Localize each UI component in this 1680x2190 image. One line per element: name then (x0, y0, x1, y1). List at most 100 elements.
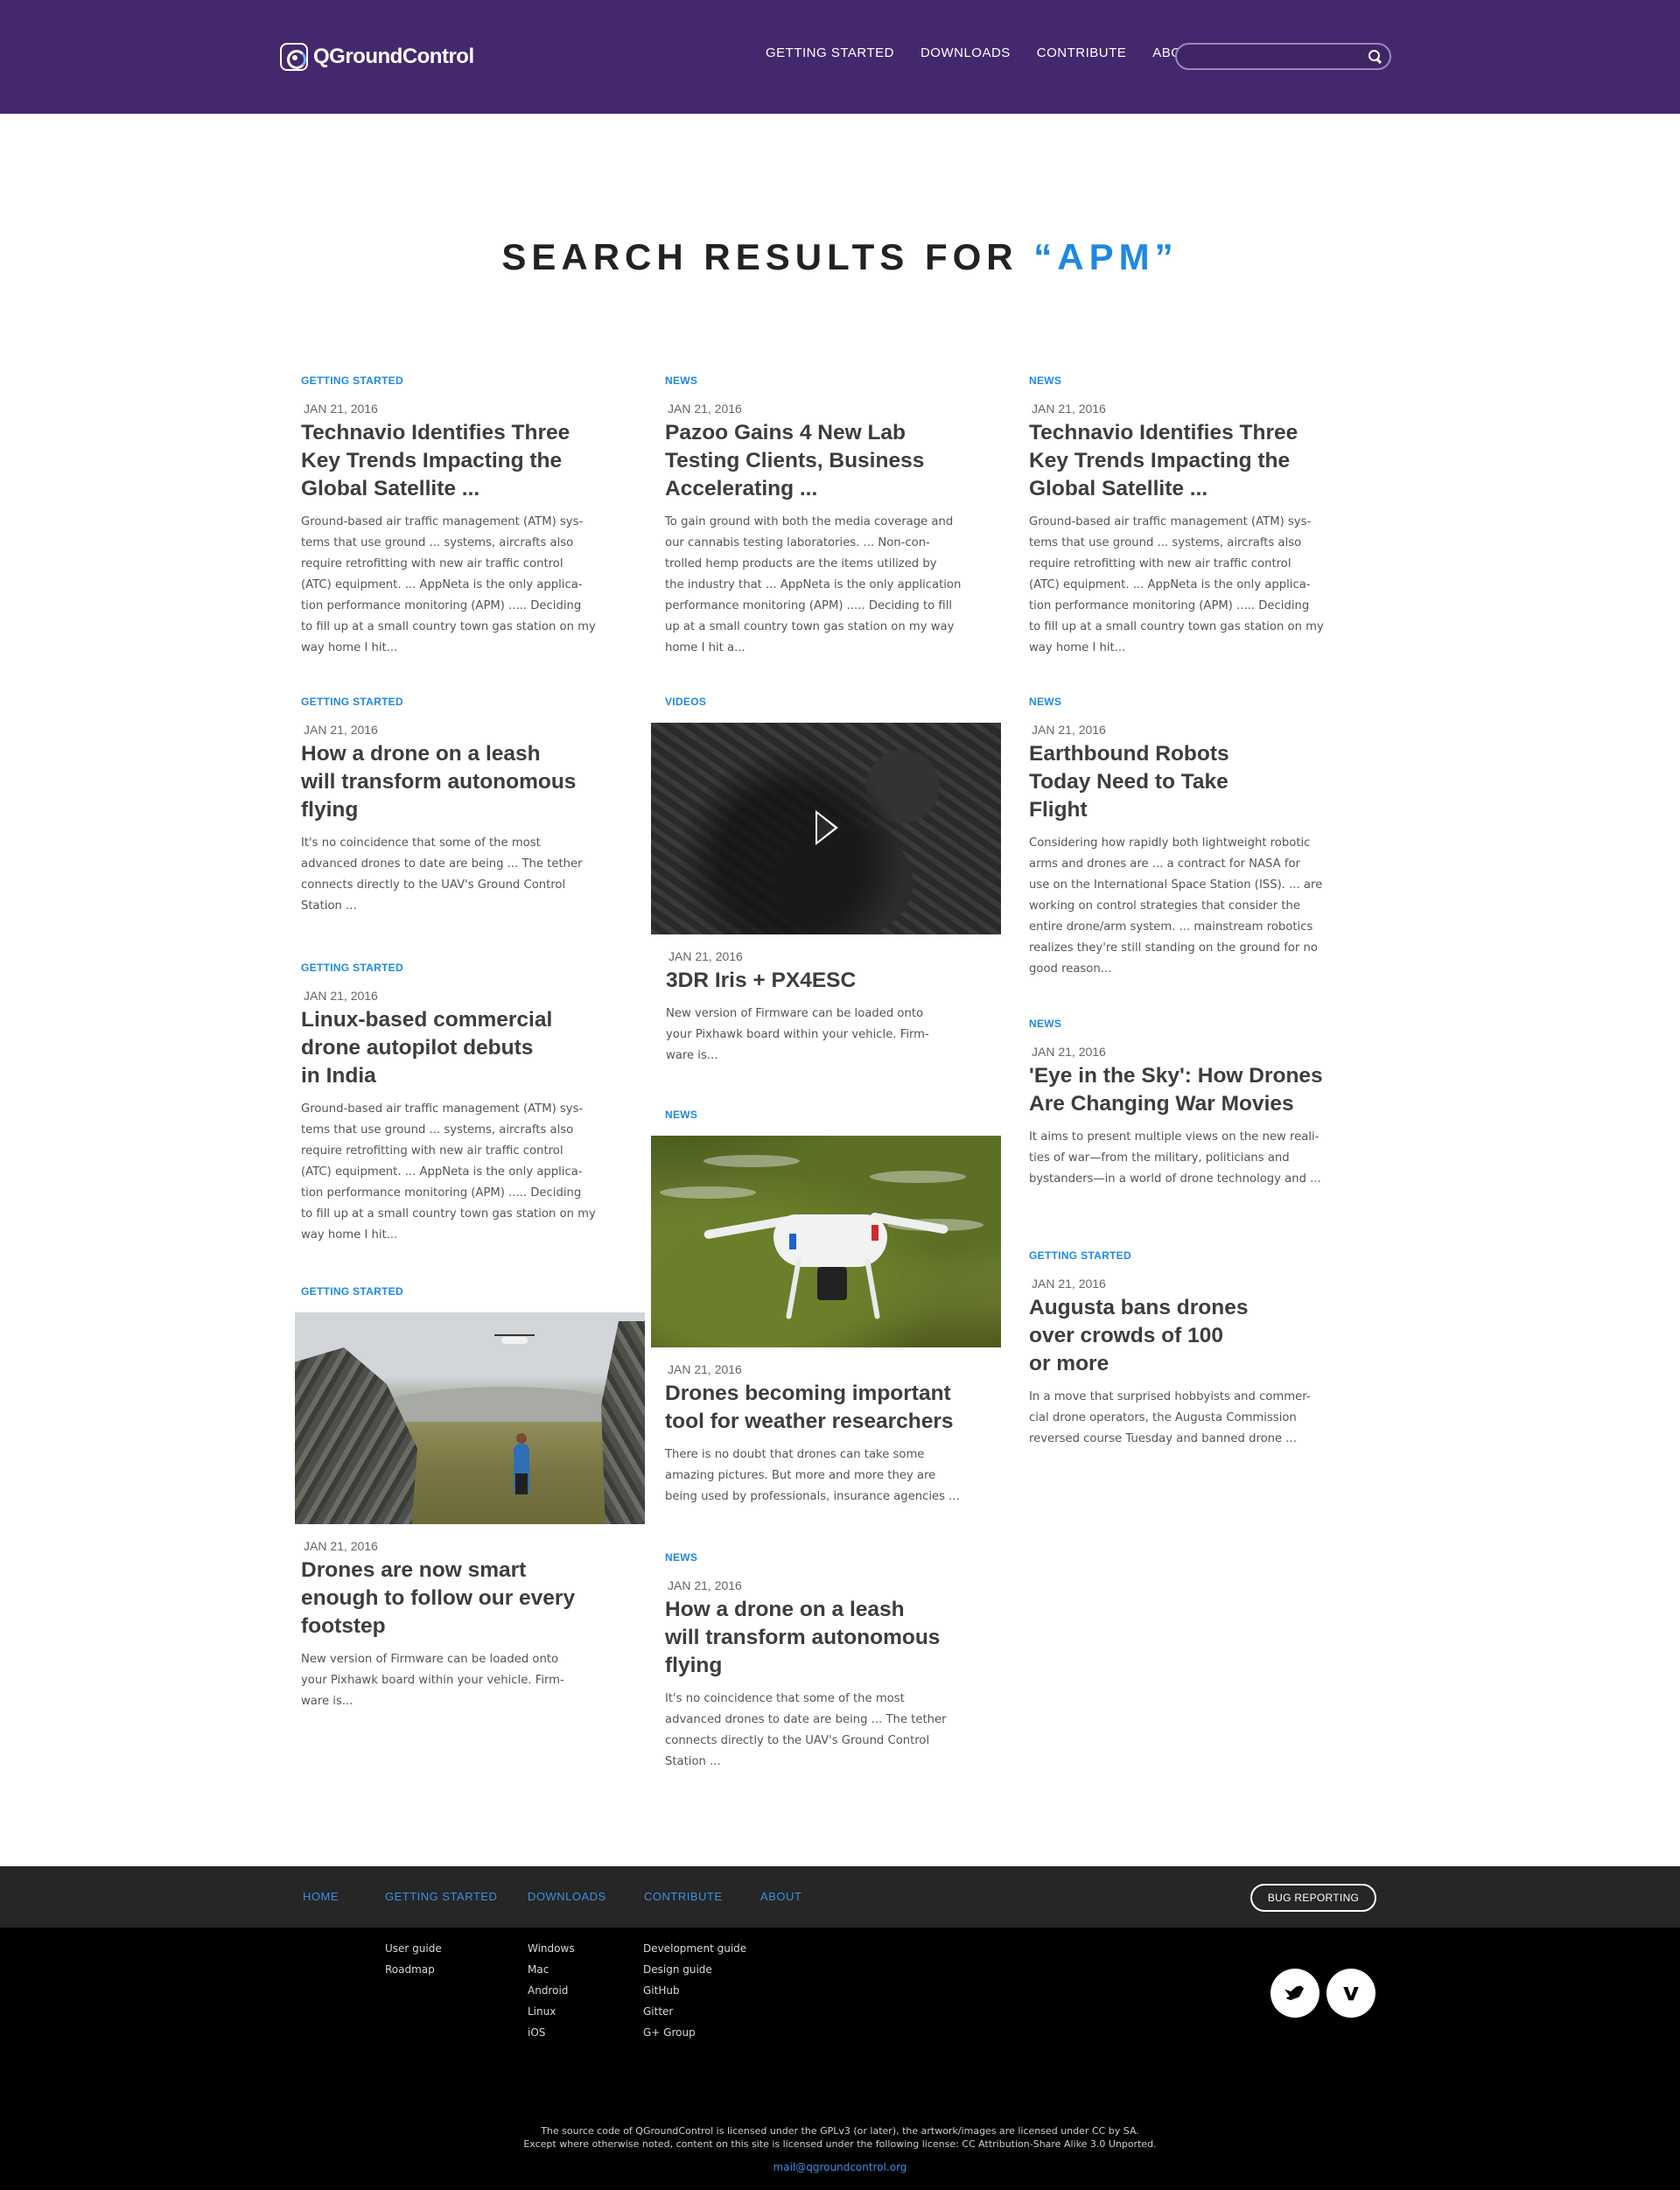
footer-nav-about[interactable]: ABOUT (760, 1890, 802, 1903)
footer-nav-downloads[interactable]: DOWNLOADS (528, 1890, 606, 1903)
title-line: Today Need to Take (1029, 770, 1228, 794)
result-category[interactable]: NEWS (1029, 374, 1326, 387)
nav-downloads[interactable]: DOWNLOADS (920, 45, 1011, 60)
site-header: QGroundControl GETTING STARTED DOWNLOADS… (0, 0, 1680, 114)
result-date: JAN 21, 2016 (1032, 1277, 1106, 1291)
footer-link[interactable]: Design guide (643, 1959, 746, 1980)
footer-link[interactable]: Windows (528, 1938, 575, 1959)
search-box (1175, 43, 1391, 70)
result-excerpt: New version of Firmware can be loaded on… (301, 1649, 645, 1712)
result-category[interactable]: VIDEOS (665, 696, 1001, 708)
result-category[interactable]: NEWS (1029, 696, 1326, 708)
excerpt-line: It's no coincidence that some of the mos… (665, 1692, 905, 1705)
vimeo-icon[interactable] (1326, 1969, 1376, 2018)
result-category[interactable]: NEWS (665, 1551, 962, 1564)
result-title[interactable]: 3DR Iris + PX4ESC (666, 967, 1001, 995)
result-date: JAN 21, 2016 (304, 1539, 378, 1553)
search-input[interactable] (1189, 48, 1355, 66)
result-category[interactable]: GETTING STARTED (301, 1285, 645, 1298)
title-line: Key Trends Impacting the (301, 449, 563, 472)
footer-nav-contribute[interactable]: CONTRIBUTE (644, 1890, 723, 1903)
result-category[interactable]: NEWS (665, 374, 962, 387)
result-excerpt: To gain ground with both the media cover… (665, 512, 962, 659)
result-category[interactable]: GETTING STARTED (301, 374, 598, 387)
rock-shape (601, 1321, 645, 1524)
excerpt-line: New version of Firmware can be loaded on… (666, 1007, 924, 1020)
result-category[interactable]: GETTING STARTED (301, 696, 598, 708)
result-title[interactable]: Augusta bans drones over crowds of 100 o… (1029, 1294, 1326, 1378)
excerpt-line: being used by professionals, insurance a… (665, 1490, 960, 1503)
aerial-harbor-video[interactable] (651, 723, 1001, 934)
excerpt-line: ware is... (666, 1049, 718, 1062)
result-date: JAN 21, 2016 (304, 723, 378, 737)
excerpt-line: (ATC) equipment. ... AppNeta is the only… (301, 1165, 583, 1179)
excerpt-line: ties of war—from the military, politicia… (1029, 1151, 1290, 1165)
result-date: JAN 21, 2016 (304, 989, 378, 1003)
site-logo[interactable]: QGroundControl (280, 42, 474, 72)
excerpt-line: tems that use ground ... systems, aircra… (301, 536, 574, 549)
footer-link[interactable]: G+ Group (643, 2022, 746, 2043)
result-title[interactable]: Technavio Identifies Three Key Trends Im… (1029, 419, 1326, 503)
qgc-logo-icon (280, 43, 308, 71)
license-line: The source code of QGroundControl is lic… (541, 2125, 1139, 2137)
excerpt-line: way home I hit... (301, 641, 398, 654)
excerpt-line: amazing pictures. But more and more they… (665, 1469, 936, 1482)
runner-landscape-photo[interactable] (295, 1312, 645, 1524)
result-title[interactable]: How a drone on a leash will transform au… (301, 740, 598, 824)
result-title[interactable]: 'Eye in the Sky': How Drones Are Changin… (1029, 1062, 1344, 1118)
result-title[interactable]: Technavio Identifies Three Key Trends Im… (301, 419, 598, 503)
excerpt-line: realizes they're still standing on the g… (1029, 941, 1318, 955)
footer-link[interactable]: Mac (528, 1959, 575, 1980)
result-category[interactable]: GETTING STARTED (301, 962, 598, 974)
footer-link[interactable]: Gitter (643, 2001, 746, 2022)
play-icon[interactable] (816, 810, 838, 845)
title-line: Flight (1029, 798, 1088, 822)
search-icon[interactable] (1368, 50, 1382, 63)
result-category[interactable]: NEWS (1029, 1018, 1344, 1030)
footer-nav-getting-started[interactable]: GETTING STARTED (385, 1890, 497, 1903)
title-line: How a drone on a leash (301, 742, 541, 766)
nav-getting-started[interactable]: GETTING STARTED (766, 45, 894, 60)
excerpt-line: our cannabis testing laboratories. ... N… (665, 536, 930, 549)
landing-leg-shape (864, 1258, 881, 1319)
excerpt-line: trolled hemp products are the items util… (665, 557, 937, 570)
title-line: How a drone on a leash (665, 1598, 905, 1621)
result-title[interactable]: Linux-based commercial drone autopilot d… (301, 1006, 598, 1090)
footer-link[interactable]: GitHub (643, 1980, 746, 2001)
footer-link[interactable]: Linux (528, 2001, 575, 2022)
bug-reporting-button[interactable]: BUG REPORTING (1250, 1884, 1376, 1912)
result-title[interactable]: Pazoo Gains 4 New Lab Testing Clients, B… (665, 419, 962, 503)
excerpt-line: use on the International Space Station (… (1029, 878, 1323, 892)
result-category[interactable]: GETTING STARTED (1029, 1249, 1326, 1262)
excerpt-line: to fill up at a small country town gas s… (301, 620, 596, 633)
footer-link[interactable]: Development guide (643, 1938, 746, 1959)
nav-contribute[interactable]: CONTRIBUTE (1037, 45, 1127, 60)
footer-link[interactable]: Android (528, 1980, 575, 2001)
footer-link[interactable]: iOS (528, 2022, 575, 2043)
twitter-icon[interactable] (1270, 1969, 1320, 2018)
footer-nav-home[interactable]: HOME (303, 1890, 339, 1903)
white-drone-photo[interactable] (651, 1136, 1001, 1347)
rock-shape (295, 1347, 417, 1524)
result-date: JAN 21, 2016 (1032, 402, 1106, 416)
excerpt-line: There is no doubt that drones can take s… (665, 1448, 925, 1461)
excerpt-line: ware is... (301, 1695, 354, 1708)
result-date: JAN 21, 2016 (668, 1362, 742, 1376)
contact-email-link[interactable]: mail@qgroundcontrol.org (0, 2161, 1680, 2173)
footer-download-links: Windows Mac Android Linux iOS (528, 1938, 575, 2043)
title-line: Linux-based commercial (301, 1008, 553, 1032)
result-title[interactable]: Drones are now smart enough to follow ou… (301, 1557, 645, 1641)
result-title[interactable]: Earthbound Robots Today Need to Take Fli… (1029, 740, 1326, 824)
title-line: enough to follow our every (301, 1586, 576, 1610)
title-line: drone autopilot debuts (301, 1036, 534, 1060)
footer-link[interactable]: Roadmap (385, 1959, 442, 1980)
title-line: over crowds of 100 (1029, 1324, 1223, 1347)
result-title[interactable]: Drones becoming important tool for weath… (665, 1380, 1001, 1436)
drone-shape (494, 1334, 535, 1344)
title-line: Technavio Identifies Three (301, 421, 570, 444)
title-line: Drones becoming important (665, 1382, 951, 1405)
footer-link[interactable]: User guide (385, 1938, 442, 1959)
result-title[interactable]: How a drone on a leash will transform au… (665, 1596, 962, 1680)
result-category[interactable]: NEWS (665, 1109, 1001, 1121)
result-date: JAN 21, 2016 (668, 1578, 742, 1592)
